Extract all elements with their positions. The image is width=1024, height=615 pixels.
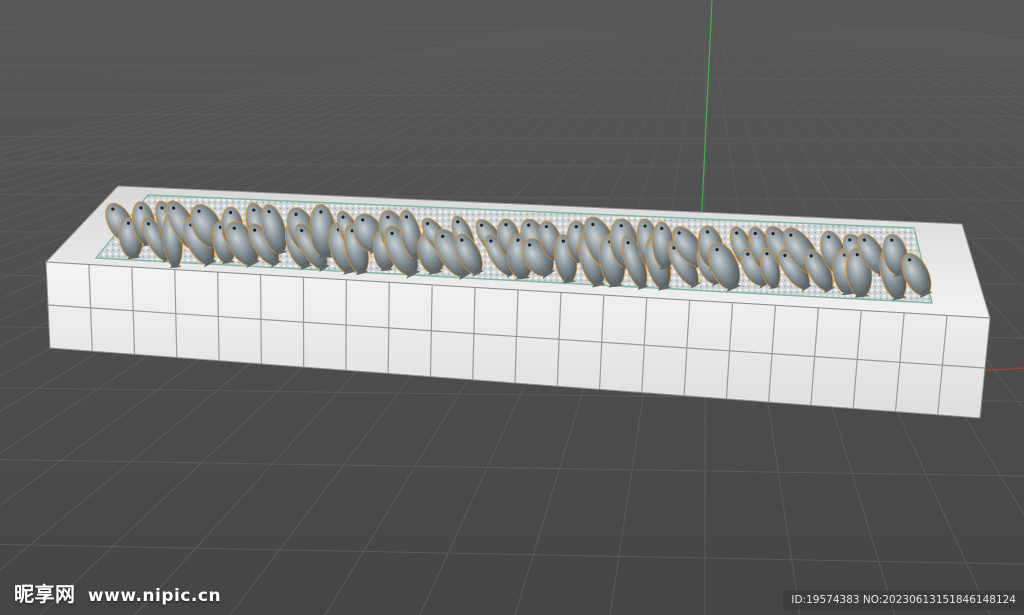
watermark-id: ID:19574383 NO:20230613151846148124 (783, 590, 1024, 610)
3d-viewport (0, 0, 1024, 615)
watermark-brand-name: 昵享网 (14, 582, 76, 606)
grid-line (0, 64, 1024, 67)
grid-line (0, 33, 1024, 36)
watermark-site-url: www.nipic.cn (87, 586, 222, 606)
watermark-brand: 昵享网 www.nipic.cn (14, 578, 221, 607)
